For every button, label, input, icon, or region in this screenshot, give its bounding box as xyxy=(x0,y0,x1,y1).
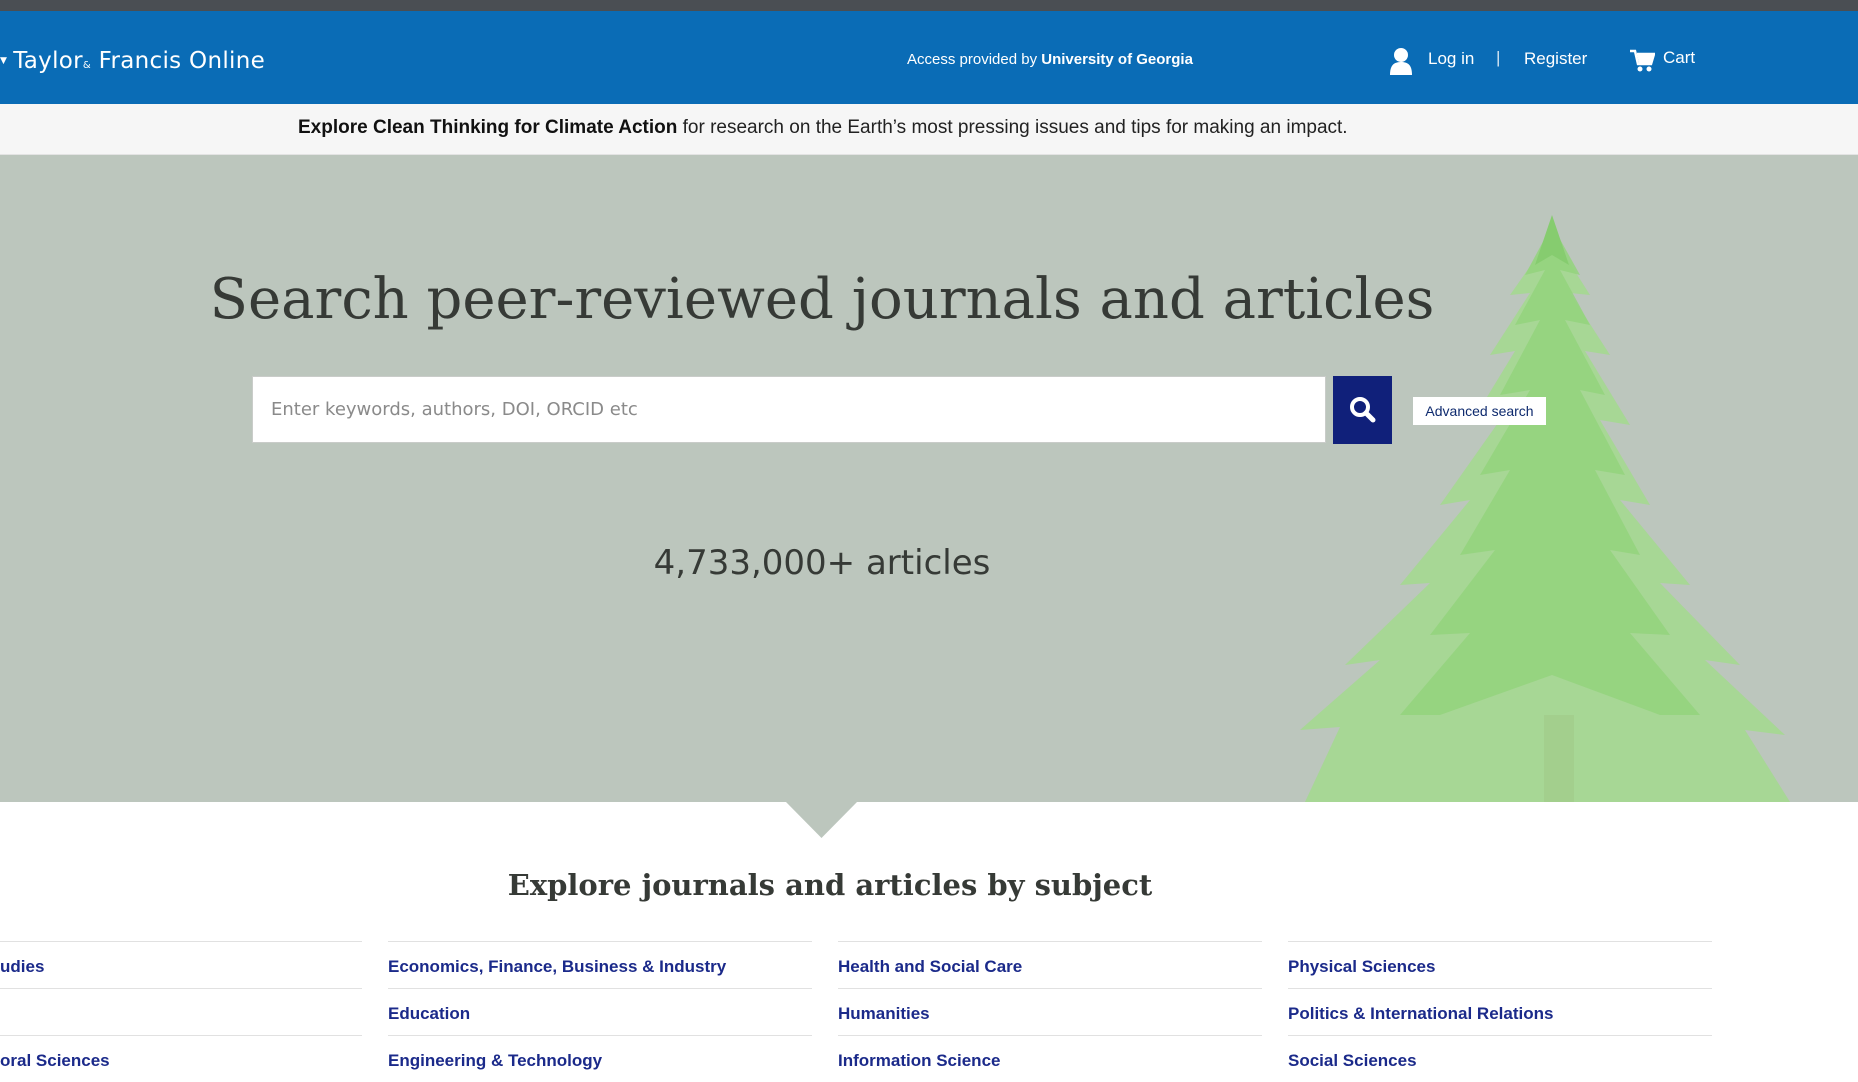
logo-ampersand: & xyxy=(82,60,92,71)
user-icon[interactable] xyxy=(1390,47,1412,75)
subject-link[interactable]: Physical Sciences xyxy=(1288,941,1712,988)
subject-link[interactable]: Social Sciences xyxy=(1288,1035,1712,1082)
subject-column-4: Physical Sciences Politics & Internation… xyxy=(1288,941,1712,1082)
access-institution: University of Georgia xyxy=(1041,51,1193,68)
subject-link[interactable] xyxy=(0,988,362,1035)
cart-link[interactable]: Cart xyxy=(1663,48,1695,68)
advanced-search-link[interactable]: Advanced search xyxy=(1413,397,1546,425)
subjects-heading: Explore journals and articles by subject xyxy=(507,868,1153,902)
top-strip xyxy=(0,0,1858,11)
search-input[interactable] xyxy=(252,376,1326,443)
access-prefix: Access provided by xyxy=(907,51,1042,68)
subject-link[interactable]: Information Science xyxy=(838,1035,1262,1082)
subject-link[interactable]: Health and Social Care xyxy=(838,941,1262,988)
register-link[interactable]: Register xyxy=(1524,49,1587,69)
subject-link[interactable]: Education xyxy=(388,988,812,1035)
subject-column-3: Health and Social Care Humanities Inform… xyxy=(838,941,1262,1082)
subject-column-2: Economics, Finance, Business & Industry … xyxy=(388,941,812,1082)
header-separator: | xyxy=(1496,48,1501,67)
article-count: 4,733,000+ articles xyxy=(653,543,991,583)
search-button[interactable] xyxy=(1333,376,1392,444)
subject-link[interactable]: Humanities xyxy=(838,988,1262,1035)
subject-link[interactable]: udies xyxy=(0,941,362,988)
section-pointer xyxy=(786,802,857,838)
site-logo[interactable]: ▼ Taylor& Francis Online xyxy=(0,48,265,74)
logo-text-main: Taylor xyxy=(13,48,83,74)
cart-icon[interactable] xyxy=(1630,49,1655,73)
login-link[interactable]: Log in xyxy=(1428,49,1474,69)
hero-section: Search peer-reviewed journals and articl… xyxy=(0,155,1858,802)
pine-tree-illustration xyxy=(1300,215,1790,802)
subject-column-1: udies oral Sciences xyxy=(0,941,362,1082)
subject-link[interactable]: Engineering & Technology xyxy=(388,1035,812,1082)
logo-text-rest: Francis Online xyxy=(98,48,266,74)
site-header: ▼ Taylor& Francis Online Access provided … xyxy=(0,11,1858,104)
subject-link[interactable]: Economics, Finance, Business & Industry xyxy=(388,941,812,988)
subject-link[interactable]: Politics & International Relations xyxy=(1288,988,1712,1035)
hero-title: Search peer-reviewed journals and articl… xyxy=(209,267,1435,332)
promo-banner-description: for research on the Earth’s most pressin… xyxy=(677,117,1348,138)
promo-banner-text[interactable]: Explore Clean Thinking for Climate Actio… xyxy=(298,117,1348,139)
access-notice: Access provided by University of Georgia xyxy=(907,51,1193,68)
subject-link[interactable]: oral Sciences xyxy=(0,1035,362,1082)
logo-mark: ▼ xyxy=(0,56,8,66)
promo-banner: Explore Clean Thinking for Climate Actio… xyxy=(0,104,1858,155)
promo-banner-link[interactable]: Explore Clean Thinking for Climate Actio… xyxy=(298,117,677,138)
search-icon xyxy=(1350,397,1376,423)
